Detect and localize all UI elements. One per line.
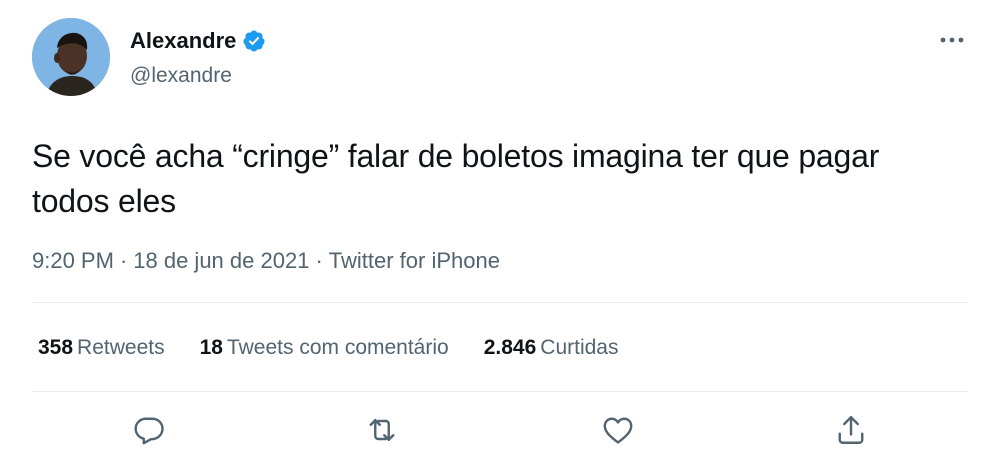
author-name-row: Alexandre xyxy=(130,28,266,54)
reply-icon[interactable] xyxy=(131,412,167,448)
retweet-icon[interactable] xyxy=(364,412,400,448)
tweet-text: Se você acha “cringe” falar de boletos i… xyxy=(32,138,880,219)
share-icon[interactable] xyxy=(833,412,869,448)
retweets-count: 358 xyxy=(38,336,74,359)
verified-badge-icon xyxy=(242,29,266,53)
tweet-card: Alexandre @lexandre Se você acha “cringe… xyxy=(0,0,1000,472)
likes-count: 2.846 xyxy=(483,336,537,359)
meta-separator: · xyxy=(315,248,323,273)
more-options-icon[interactable] xyxy=(934,26,970,54)
tweet-source[interactable]: Twitter for iPhone xyxy=(329,248,500,273)
avatar-image xyxy=(32,18,110,96)
quote-tweets-count: 18 xyxy=(199,336,223,359)
retweets-stat[interactable]: 358 Retweets xyxy=(38,336,165,360)
likes-stat[interactable]: 2.846 Curtidas xyxy=(484,336,619,360)
author-display-name[interactable]: Alexandre xyxy=(130,28,236,54)
retweets-label: Retweets xyxy=(77,336,165,359)
tweet-metadata: 9:20 PM · 18 de jun de 2021 · Twitter for iP… xyxy=(32,248,500,274)
divider xyxy=(32,391,968,392)
meta-separator: · xyxy=(119,248,128,273)
heart-icon[interactable] xyxy=(600,412,636,448)
divider xyxy=(32,302,968,303)
quote-tweets-stat[interactable]: 18 Tweets com comentário xyxy=(200,336,449,360)
quote-tweets-label: Tweets com comentário xyxy=(226,336,449,359)
tweet-actions-bar xyxy=(0,412,1000,452)
tweet-time[interactable]: 9:20 PM xyxy=(32,248,114,273)
tweet-date[interactable]: 18 de jun de 2021 xyxy=(133,248,309,273)
avatar[interactable] xyxy=(32,18,110,96)
author-handle[interactable]: @lexandre xyxy=(130,64,232,88)
tweet-stats: 358 Retweets 18 Tweets com comentário 2.84… xyxy=(38,336,653,360)
likes-label: Curtidas xyxy=(540,336,619,359)
